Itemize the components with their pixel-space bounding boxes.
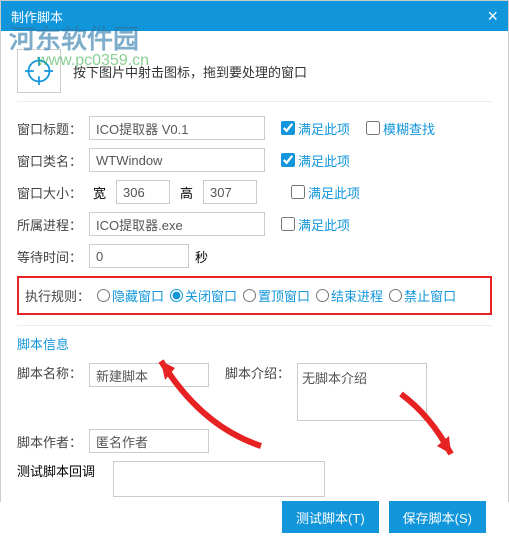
intro-row: 按下图片中射击图标，拖到要处理的窗口 [17, 43, 492, 102]
target-icon[interactable] [17, 49, 61, 93]
height-input[interactable] [203, 180, 257, 204]
check-satisfy-title[interactable]: 满足此项 [281, 119, 350, 138]
script-name-input[interactable] [89, 363, 209, 387]
width-input[interactable] [116, 180, 170, 204]
save-script-button[interactable]: 保存脚本(S) [389, 501, 486, 533]
rule-top-window[interactable]: 置顶窗口 [243, 286, 310, 305]
check-fuzzy[interactable]: 模糊查找 [366, 119, 435, 138]
rules-label: 执行规则： [25, 286, 91, 305]
test-script-button[interactable]: 测试脚本(T) [282, 501, 379, 533]
width-label: 宽 [93, 183, 106, 202]
check-satisfy-process[interactable]: 满足此项 [281, 215, 350, 234]
close-icon[interactable]: × [487, 6, 498, 27]
window-class-input[interactable] [89, 148, 265, 172]
script-author-label: 脚本作者： [17, 432, 83, 451]
script-info-title: 脚本信息 [17, 325, 492, 353]
check-satisfy-class[interactable]: 满足此项 [281, 151, 350, 170]
title-bar: 制作脚本 × [1, 1, 508, 31]
wait-input[interactable] [89, 244, 189, 268]
script-intro-textarea[interactable]: 无脚本介绍 [297, 363, 427, 421]
process-label: 所属进程： [17, 215, 83, 234]
wait-unit: 秒 [195, 247, 208, 266]
check-satisfy-size[interactable]: 满足此项 [291, 183, 360, 202]
rule-forbid-window[interactable]: 禁止窗口 [389, 286, 456, 305]
rule-end-process[interactable]: 结束进程 [316, 286, 383, 305]
script-author-input[interactable] [89, 429, 209, 453]
script-name-label: 脚本名称： [17, 363, 83, 382]
rule-close-window[interactable]: 关闭窗口 [170, 286, 237, 305]
intro-text: 按下图片中射击图标，拖到要处理的窗口 [73, 62, 307, 81]
rules-highlight-box: 执行规则： 隐藏窗口 关闭窗口 置顶窗口 结束进程 禁止窗口 [17, 276, 492, 315]
callback-label: 测试脚本回调 [17, 461, 107, 480]
window-size-label: 窗口大小： [17, 183, 83, 202]
window-title-label: 窗口标题： [17, 119, 83, 138]
window-title-input[interactable] [89, 116, 265, 140]
window-title: 制作脚本 [11, 7, 63, 26]
rule-hide-window[interactable]: 隐藏窗口 [97, 286, 164, 305]
process-input[interactable] [89, 212, 265, 236]
callback-textarea[interactable] [113, 461, 325, 497]
height-label: 高 [180, 183, 193, 202]
wait-label: 等待时间： [17, 247, 83, 266]
script-intro-label: 脚本介绍： [225, 363, 291, 382]
window-class-label: 窗口类名： [17, 151, 83, 170]
